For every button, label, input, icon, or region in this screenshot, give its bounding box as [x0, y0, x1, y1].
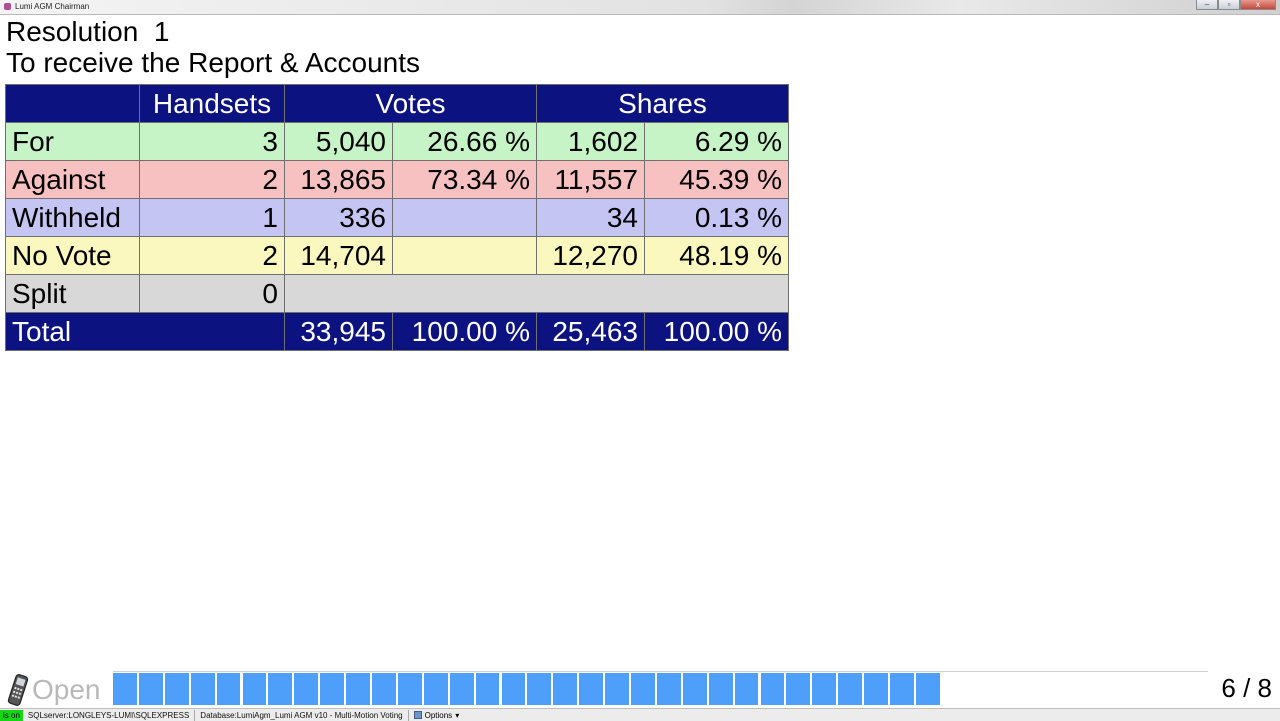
progress-segment: [734, 673, 761, 705]
table-row-total: Total 33,945 100.00 % 25,463 100.00 %: [5, 312, 789, 351]
options-label: Options: [424, 710, 453, 720]
progress-segment: [138, 673, 165, 705]
progress-segment: [915, 673, 942, 705]
progress-segment: [605, 673, 631, 705]
votes-pct-cell: 73.34 %: [392, 160, 537, 199]
row-label: Total: [5, 312, 285, 351]
progress-segment: [346, 673, 372, 705]
votes-cell: 336: [284, 198, 393, 237]
header-blank: [5, 84, 140, 123]
progress-segment: [475, 673, 502, 705]
table-row-against: Against 2 13,865 73.34 % 11,557 45.39 %: [5, 160, 789, 199]
options-icon: [413, 711, 422, 719]
progress-segment: [164, 673, 191, 705]
row-label: For: [5, 122, 140, 161]
progress-segment: [113, 673, 139, 705]
progress-segment: [501, 673, 528, 705]
votes-cell: 5,040: [284, 122, 393, 161]
progress-segment: [786, 673, 813, 705]
progress-segment: [242, 673, 269, 705]
row-label: Split: [5, 274, 140, 313]
handset-icon: [5, 673, 31, 707]
handsets-cell: 3: [139, 122, 285, 161]
progress-segment: [838, 673, 865, 705]
shares-pct-cell: 48.19 %: [644, 236, 789, 275]
progress-segment: [190, 673, 217, 705]
table-row-no-vote: No Vote 2 14,704 12,270 48.19 %: [5, 236, 789, 275]
resolution-page-counter: 6 / 8: [1221, 673, 1272, 703]
progress-segment: [216, 673, 243, 705]
progress-segment: [527, 673, 554, 705]
shares-cell: 12,270: [536, 236, 645, 275]
header-handsets: Handsets: [139, 84, 285, 123]
close-button[interactable]: x: [1240, 0, 1276, 10]
progress-segment: [656, 673, 683, 705]
handsets-cell: 2: [139, 160, 285, 199]
votes-pct-cell: [392, 198, 537, 237]
progress-segment: [449, 673, 476, 705]
shares-pct-cell: 6.29 %: [644, 122, 789, 161]
progress-segment: [372, 673, 398, 705]
handsets-cell: 2: [139, 236, 285, 275]
progress-segment: [631, 673, 657, 705]
progress-segment: [812, 673, 839, 705]
header-shares: Shares: [536, 84, 789, 123]
voting-state-label: Open: [32, 674, 101, 705]
database-panel: Database:LumiAgm_Lumi AGM v10 - Multi-Mo…: [195, 709, 409, 721]
app-icon: [4, 3, 11, 10]
handsets-cell: 0: [139, 274, 285, 313]
votes-pct-cell: 26.66 %: [392, 122, 537, 161]
window-controls: – ▫ x: [1196, 0, 1276, 11]
progress-segment: [294, 673, 321, 705]
progress-segment: [760, 673, 787, 705]
shares-cell: 11,557: [536, 160, 645, 199]
progress-segment: [268, 673, 295, 705]
progress-segment: [579, 673, 606, 705]
progress-segment: [890, 673, 916, 705]
sql-server-panel: SQLserver:LONGLEYS-LUMI\SQLEXPRESS: [23, 709, 196, 721]
table-row-split: Split 0: [5, 274, 789, 313]
row-label: No Vote: [5, 236, 140, 275]
shares-pct-cell: 0.13 %: [644, 198, 789, 237]
chevron-down-icon: ▾: [455, 710, 460, 720]
progress-segment: [423, 673, 450, 705]
votes-cell: 13,865: [284, 160, 393, 199]
resolution-subtitle: To receive the Report & Accounts: [6, 47, 420, 78]
results-table: Handsets Votes Shares For 3 5,040 26.66 …: [5, 84, 789, 351]
shares-cell: 34: [536, 198, 645, 237]
progress-segment: [682, 673, 709, 705]
row-label: Against: [5, 160, 140, 199]
app-statusbar: is on SQLserver:LONGLEYS-LUMI\SQLEXPRESS…: [0, 708, 1280, 721]
progress-segment: [320, 673, 347, 705]
maximize-button[interactable]: ▫: [1218, 0, 1240, 10]
votes-pct-cell: [392, 236, 537, 275]
table-header-row: Handsets Votes Shares: [5, 84, 789, 123]
options-menu[interactable]: Options ▾: [409, 710, 465, 721]
votes-cell: 14,704: [284, 236, 393, 275]
row-label: Withheld: [5, 198, 140, 237]
table-row-for: For 3 5,040 26.66 % 1,602 6.29 %: [5, 122, 789, 161]
progress-segment: [397, 673, 424, 705]
shares-pct-cell: 100.00 %: [644, 312, 789, 351]
split-empty-cell: [284, 274, 789, 313]
shares-cell: 1,602: [536, 122, 645, 161]
progress-segment: [553, 673, 580, 705]
votes-pct-cell: 100.00 %: [392, 312, 537, 351]
shares-cell: 25,463: [536, 312, 645, 351]
votes-cell: 33,945: [284, 312, 393, 351]
voting-progress-bar: [113, 671, 1208, 706]
window-title: Lumi AGM Chairman: [15, 2, 90, 11]
progress-segment: [708, 673, 735, 705]
window-titlebar: Lumi AGM Chairman – ▫ x: [0, 0, 1280, 15]
handsets-cell: 1: [139, 198, 285, 237]
connection-status-badge: is on: [0, 709, 23, 721]
resolution-title: Resolution 1: [6, 16, 170, 47]
minimize-button[interactable]: –: [1196, 0, 1218, 10]
header-votes: Votes: [284, 84, 537, 123]
progress-segment: [864, 673, 890, 705]
shares-pct-cell: 45.39 %: [644, 160, 789, 199]
table-row-withheld: Withheld 1 336 34 0.13 %: [5, 198, 789, 237]
